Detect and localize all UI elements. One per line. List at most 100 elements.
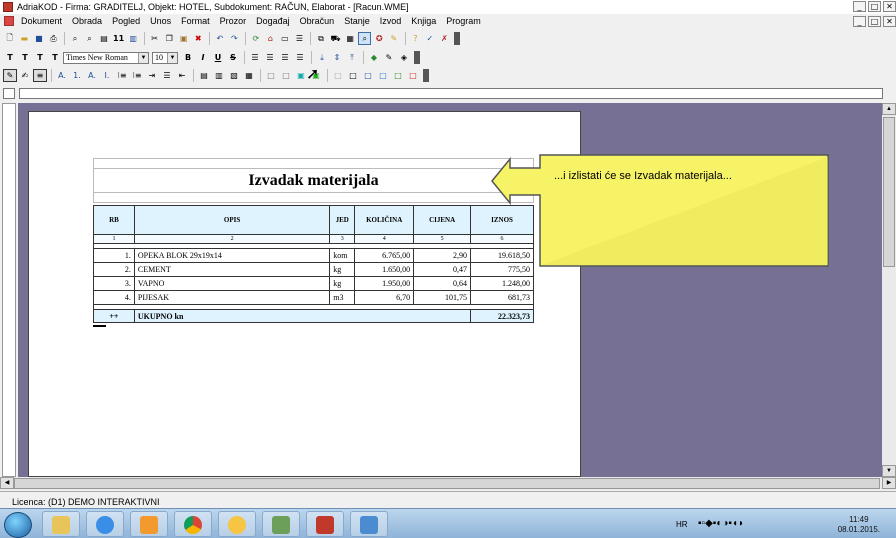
menu-prozor[interactable]: Prozor	[215, 16, 252, 26]
menu-program[interactable]: Program	[441, 16, 486, 26]
toolbar-grip[interactable]	[414, 51, 420, 64]
brush-icon[interactable]: ✎	[387, 32, 401, 45]
menu-stanje[interactable]: Stanje	[339, 16, 375, 26]
color-green-icon[interactable]: □	[391, 69, 405, 82]
table-icon[interactable]: ▦	[242, 69, 256, 82]
clock[interactable]: 11:49 08.01.2015.	[838, 515, 880, 535]
vertical-scroll-thumb[interactable]	[883, 117, 895, 267]
total-row[interactable]: ++ UKUPNO kn 22.323,73	[93, 309, 534, 323]
paragraph-icon[interactable]: ≡	[33, 69, 47, 82]
network-taskbar-button[interactable]	[262, 511, 300, 537]
save-icon[interactable]: ■	[32, 32, 46, 45]
document-menu-icon[interactable]	[4, 16, 14, 26]
scroll-left-icon[interactable]: ◀	[0, 477, 14, 489]
tray-icons[interactable]: ▪▫◆▪◐◑▪◖◗	[698, 518, 744, 529]
valign-top-icon[interactable]: ⤒	[345, 51, 359, 64]
valign-middle-icon[interactable]: ⇕	[330, 51, 344, 64]
toolbar-grip[interactable]	[454, 32, 460, 45]
menu-pogled[interactable]: Pogled	[107, 16, 145, 26]
media-player-taskbar-button[interactable]	[130, 511, 168, 537]
text-style-3-icon[interactable]: T	[33, 51, 47, 64]
fill-color-icon[interactable]: ◆	[367, 51, 381, 64]
valign-bottom-icon[interactable]: ⤓	[315, 51, 329, 64]
underline-icon[interactable]: U	[211, 51, 225, 64]
content-input[interactable]	[19, 88, 883, 99]
strikethrough-icon[interactable]: S	[226, 51, 240, 64]
text-style-1-icon[interactable]: T	[3, 51, 17, 64]
sync-taskbar-button[interactable]	[350, 511, 388, 537]
list-icon[interactable]: ☰	[293, 32, 307, 45]
roman-numbering-icon[interactable]: I.	[100, 69, 114, 82]
align-center-icon[interactable]: ☰	[263, 51, 277, 64]
horizontal-scroll-thumb[interactable]	[14, 478, 880, 489]
font-family-select[interactable]: Times New Roman ▼	[63, 51, 149, 64]
page-setup-icon[interactable]: ▤	[97, 32, 111, 45]
menu-unos[interactable]: Unos	[145, 16, 176, 26]
menu-obrada[interactable]: Obrada	[67, 16, 107, 26]
start-button[interactable]	[4, 512, 32, 538]
numbered-list-icon[interactable]: ⁝≡	[115, 69, 129, 82]
color-black-icon[interactable]: □	[346, 69, 360, 82]
redo-icon[interactable]: ↷	[228, 32, 242, 45]
outdent-icon[interactable]: ⇤	[175, 69, 189, 82]
font-a-small-icon[interactable]: A.	[85, 69, 99, 82]
bold-icon[interactable]: B	[181, 51, 195, 64]
maximize-button[interactable]: □	[868, 1, 881, 12]
scroll-up-icon[interactable]: ▲	[882, 103, 896, 115]
doc-maximize-button[interactable]: □	[868, 16, 881, 27]
zoom-icon[interactable]: ⌕	[83, 32, 97, 45]
color-white-icon[interactable]: □	[331, 69, 345, 82]
pen-icon[interactable]: ✎	[382, 51, 396, 64]
home-icon[interactable]: ⌂	[264, 32, 278, 45]
font-size-select[interactable]: 10 ▼	[152, 51, 178, 64]
doc-minimize-button[interactable]: _	[853, 16, 866, 27]
eraser-icon[interactable]: ◈	[397, 51, 411, 64]
print-icon[interactable]: ⎙	[47, 32, 61, 45]
ie-taskbar-button[interactable]	[86, 511, 124, 537]
text-style-4-icon[interactable]: T	[48, 51, 62, 64]
color-navy-icon[interactable]: □	[361, 69, 375, 82]
edit-text-icon[interactable]: ✍	[18, 69, 32, 82]
menu-izvod[interactable]: Izvod	[375, 16, 407, 26]
settings-icon[interactable]: ✪	[372, 32, 386, 45]
page-break-icon[interactable]: ▤	[197, 69, 211, 82]
new-document-icon[interactable]: 🗋	[3, 32, 17, 45]
font-a-large-icon[interactable]: A.	[55, 69, 69, 82]
bullet-list-icon[interactable]: ⁝≡	[130, 69, 144, 82]
vertical-scrollbar[interactable]: ▲ ▼	[882, 103, 896, 477]
app-taskbar-button[interactable]	[218, 511, 256, 537]
delete-icon[interactable]: ✖	[192, 32, 206, 45]
explorer-taskbar-button[interactable]	[42, 511, 80, 537]
menu-dogadaj[interactable]: Događaj	[251, 16, 295, 26]
menu-dokument[interactable]: Dokument	[16, 16, 67, 26]
horizontal-scrollbar[interactable]: ◀ ▶	[0, 477, 896, 490]
justify-icon[interactable]: ☰	[293, 51, 307, 64]
search-document-icon[interactable]: ⌕	[357, 32, 372, 45]
cell-reference-box[interactable]	[3, 88, 15, 99]
check-icon[interactable]: ✓	[423, 32, 437, 45]
border-outer-icon[interactable]: □	[279, 69, 293, 82]
border-none-icon[interactable]: □	[264, 69, 278, 82]
table-row[interactable]: 4. PIJESAK m3 6,70 101,75 681,73	[93, 290, 534, 305]
header-icon[interactable]: ▥	[212, 69, 226, 82]
scroll-right-icon[interactable]: ▶	[882, 477, 896, 489]
list-icon[interactable]: ☰	[160, 69, 174, 82]
numbering-1-icon[interactable]: 1.	[70, 69, 84, 82]
minimize-button[interactable]: _	[853, 1, 866, 12]
undo-icon[interactable]: ↶	[213, 32, 227, 45]
form-icon[interactable]: ▭	[278, 32, 292, 45]
menu-knjiga[interactable]: Knjiga	[406, 16, 441, 26]
language-indicator[interactable]: HR	[676, 520, 688, 529]
menu-format[interactable]: Format	[176, 16, 215, 26]
window-icon[interactable]: ⧉	[314, 32, 328, 45]
align-right-icon[interactable]: ☰	[278, 51, 292, 64]
truck-icon[interactable]: ⛟	[329, 32, 343, 45]
close-button[interactable]: ✕	[883, 1, 896, 12]
edit-mode-icon[interactable]: ✎	[3, 69, 17, 82]
tools-icon[interactable]: ✗	[438, 32, 452, 45]
toolbar-grip[interactable]	[423, 69, 429, 82]
adriakod-taskbar-button[interactable]	[306, 511, 344, 537]
image-icon[interactable]: ▧	[227, 69, 241, 82]
paste-icon[interactable]: ▣	[177, 32, 191, 45]
doc-close-button[interactable]: ✕	[883, 16, 896, 27]
